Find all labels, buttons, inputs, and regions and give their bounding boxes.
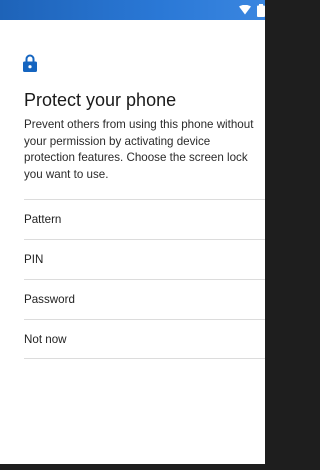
lock-icon (23, 54, 37, 72)
option-pin[interactable]: PIN (24, 239, 265, 279)
wifi-icon (239, 5, 251, 15)
status-bar (0, 0, 265, 20)
status-icons (239, 3, 265, 17)
battery-icon (257, 3, 265, 17)
screen: Protect your phone Prevent others from u… (0, 0, 265, 464)
option-password[interactable]: Password (24, 279, 265, 319)
screen-lock-options: Pattern PIN Password Not now (0, 199, 265, 359)
option-not-now[interactable]: Not now (24, 319, 265, 359)
option-pattern[interactable]: Pattern (24, 199, 265, 239)
page-description: Prevent others from using this phone wit… (24, 118, 254, 181)
page-title: Protect your phone (24, 90, 177, 110)
device-frame: Protect your phone Prevent others from u… (0, 0, 265, 470)
